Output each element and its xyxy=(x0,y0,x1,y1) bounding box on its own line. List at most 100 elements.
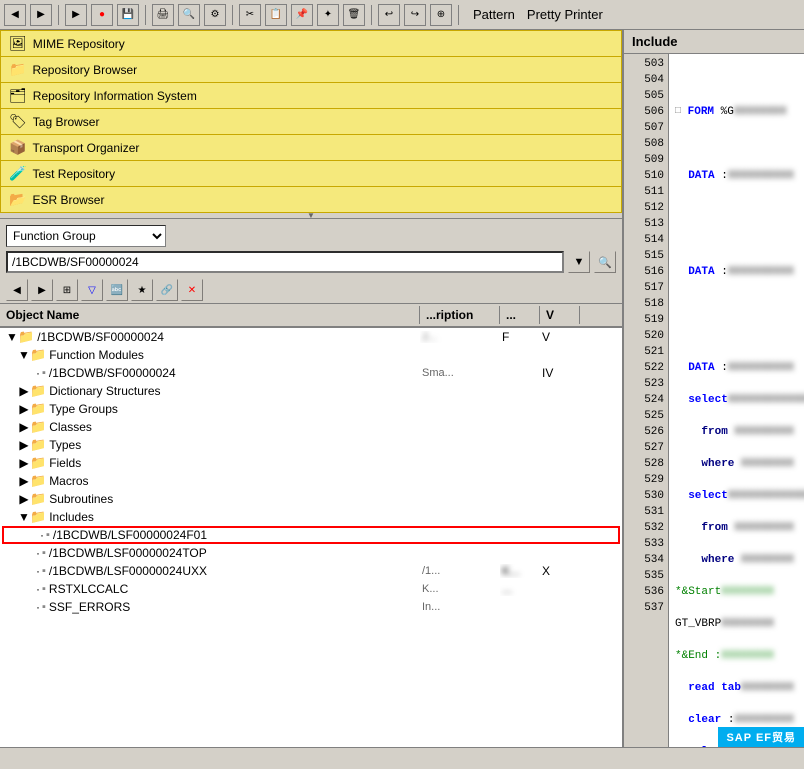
ln-523: 523 xyxy=(628,376,664,392)
ln-537: 537 xyxy=(628,600,664,616)
inc1-icon: ▪ xyxy=(46,529,50,541)
back-button[interactable]: ◀ xyxy=(4,4,26,26)
ln-512: 512 xyxy=(628,200,664,216)
tree-sort-btn[interactable]: 🔤 xyxy=(106,279,128,301)
nav-test-repo[interactable]: 🧪 Test Repository xyxy=(0,160,622,186)
sap-logo: SAP EF贸易 xyxy=(718,727,804,747)
subroutines-icon: 📁 xyxy=(30,491,46,507)
tree-row-typegroups[interactable]: ▶ 📁 Type Groups xyxy=(0,400,622,418)
includes-icon: 📁 xyxy=(30,509,46,525)
nav-transport[interactable]: 📦 Transport Organizer xyxy=(0,134,622,160)
fg-path-row: ▼ 🔍 xyxy=(0,249,622,277)
stop-button[interactable]: ● xyxy=(91,4,113,26)
nav-mime[interactable]: 🖼 MIME Repository xyxy=(0,30,622,56)
tree-row-macros[interactable]: ▶ 📁 Macros xyxy=(0,472,622,490)
code-511 xyxy=(675,328,798,344)
tree-filter-btn[interactable]: ▽ xyxy=(81,279,103,301)
toggle-subroutines[interactable]: ▶ xyxy=(18,492,30,506)
nav-repo-browser[interactable]: 📁 Repository Browser xyxy=(0,56,622,82)
settings-button[interactable]: ⚙ xyxy=(204,4,226,26)
nav-repo-info[interactable]: 🗂 Repository Information System xyxy=(0,82,622,108)
tree-expand-btn[interactable]: ⊞ xyxy=(56,279,78,301)
repo-browser-label: Repository Browser xyxy=(32,63,137,77)
tag-label: Tag Browser xyxy=(33,115,100,129)
toggle-types[interactable]: ▶ xyxy=(18,438,30,452)
code-515: where XXXXXXXX xyxy=(675,456,798,472)
toggle-root[interactable]: ▼ xyxy=(6,330,18,344)
cut-button[interactable]: ✂ xyxy=(239,4,261,26)
nav-tag-browser[interactable]: 🏷 Tag Browser xyxy=(0,108,622,134)
save-button[interactable]: 💾 xyxy=(117,4,139,26)
new-button[interactable]: ✦ xyxy=(317,4,339,26)
left-panel: 🖼 MIME Repository 📁 Repository Browser 🗂… xyxy=(0,30,624,769)
inc4-col2: K... xyxy=(420,583,500,595)
inc4-label: RSTXLCCALC xyxy=(49,582,128,596)
nav-esr-browser[interactable]: 📂 ESR Browser xyxy=(0,186,622,213)
code-516: selectXXXXXXXXXXXXX xyxy=(675,488,798,504)
toggle-func-modules[interactable]: ▼ xyxy=(18,348,30,362)
tree-row-fields[interactable]: ▶ 📁 Fields xyxy=(0,454,622,472)
tree-close-btn[interactable]: ✕ xyxy=(181,279,203,301)
paste-button[interactable]: 📌 xyxy=(291,4,313,26)
delete-button[interactable]: 🗑 xyxy=(343,4,365,26)
nav1-button[interactable]: ↩ xyxy=(378,4,400,26)
copy-button[interactable]: 📋 xyxy=(265,4,287,26)
code-518: where XXXXXXXX xyxy=(675,552,798,568)
tree-forward-btn[interactable]: ▶ xyxy=(31,279,53,301)
classes-icon: 📁 xyxy=(30,419,46,435)
tree-row-root[interactable]: ▼ 📁 /1BCDWB/SF00000024 J... F V xyxy=(0,328,622,346)
toggle-macros[interactable]: ▶ xyxy=(18,474,30,488)
nav2-button[interactable]: ↪ xyxy=(404,4,426,26)
code-521: *&End :XXXXXXXX xyxy=(675,648,798,664)
fg-select[interactable]: Function Group xyxy=(6,225,166,247)
print-button[interactable]: 🖨 xyxy=(152,4,174,26)
inc3-icon: ▪ xyxy=(42,565,46,577)
toggle-includes[interactable]: ▼ xyxy=(18,510,30,524)
mime-label: MIME Repository xyxy=(33,37,125,51)
types-icon: 📁 xyxy=(30,437,46,453)
execute-button[interactable]: ▶ xyxy=(65,4,87,26)
tree-row-inc1[interactable]: · ▪ /1BCDWB/LSF00000024F01 xyxy=(2,526,620,544)
tree-row-classes[interactable]: ▶ 📁 Classes xyxy=(0,418,622,436)
ln-516: 516 xyxy=(628,264,664,280)
tree-row-inc5[interactable]: · ▪ SSF_ERRORS In... xyxy=(0,598,622,616)
tree-link-btn[interactable]: 🔗 xyxy=(156,279,178,301)
forward-button[interactable]: ▶ xyxy=(30,4,52,26)
ln-527: 527 xyxy=(628,440,664,456)
tree-row-func-modules[interactable]: ▼ 📁 Function Modules xyxy=(0,346,622,364)
func-modules-label: Function Modules xyxy=(49,348,144,362)
fg-search-btn[interactable]: 🔍 xyxy=(594,251,616,273)
line-numbers: 503 504 505 506 507 508 509 510 511 512 … xyxy=(624,54,669,769)
esr-label: ESR Browser xyxy=(32,193,104,207)
test-repo-label: Test Repository xyxy=(32,167,115,181)
main-toolbar: ◀ ▶ ▶ ● 💾 🖨 🔍 ⚙ ✂ 📋 📌 ✦ 🗑 ↩ ↪ ⊕ Pattern … xyxy=(0,0,804,30)
tree-row-subroutines[interactable]: ▶ 📁 Subroutines xyxy=(0,490,622,508)
nav3-button[interactable]: ⊕ xyxy=(430,4,452,26)
fg-dropdown-btn[interactable]: ▼ xyxy=(568,251,590,273)
toggle-typegroups[interactable]: ▶ xyxy=(18,402,30,416)
tree-row-includes[interactable]: ▼ 📁 Includes xyxy=(0,508,622,526)
col-object-name: Object Name xyxy=(0,306,420,324)
ln-510: 510 xyxy=(628,168,664,184)
find-button[interactable]: 🔍 xyxy=(178,4,200,26)
toggle-classes[interactable]: ▶ xyxy=(18,420,30,434)
tree-star-btn[interactable]: ★ xyxy=(131,279,153,301)
tree-row-dict[interactable]: ▶ 📁 Dictionary Structures xyxy=(0,382,622,400)
code-editor: 503 504 505 506 507 508 509 510 511 512 … xyxy=(624,54,804,769)
ln-519: 519 xyxy=(628,312,664,328)
ln-515: 515 xyxy=(628,248,664,264)
ln-504: 504 xyxy=(628,72,664,88)
code-content[interactable]: □ FORM %GXXXXXXXX DATA :XXXXXXXXXX DATA … xyxy=(669,54,804,769)
fg-path-input[interactable] xyxy=(6,251,564,273)
transport-icon: 📦 xyxy=(9,139,26,156)
ln-530: 530 xyxy=(628,488,664,504)
toggle-fields[interactable]: ▶ xyxy=(18,456,30,470)
tree-row-func1[interactable]: · ▪ /1BCDWB/SF00000024 Sma... IV xyxy=(0,364,622,382)
toggle-dict[interactable]: ▶ xyxy=(18,384,30,398)
tree-back-btn[interactable]: ◀ xyxy=(6,279,28,301)
tree-row-types[interactable]: ▶ 📁 Types xyxy=(0,436,622,454)
tree-row-inc4[interactable]: · ▪ RSTXLCCALC K... ... xyxy=(0,580,622,598)
tree-row-inc2[interactable]: · ▪ /1BCDWB/LSF00000024TOP xyxy=(0,544,622,562)
dict-icon: 📁 xyxy=(30,383,46,399)
tree-row-inc3[interactable]: · ▪ /1BCDWB/LSF00000024UXX /1... K... X xyxy=(0,562,622,580)
